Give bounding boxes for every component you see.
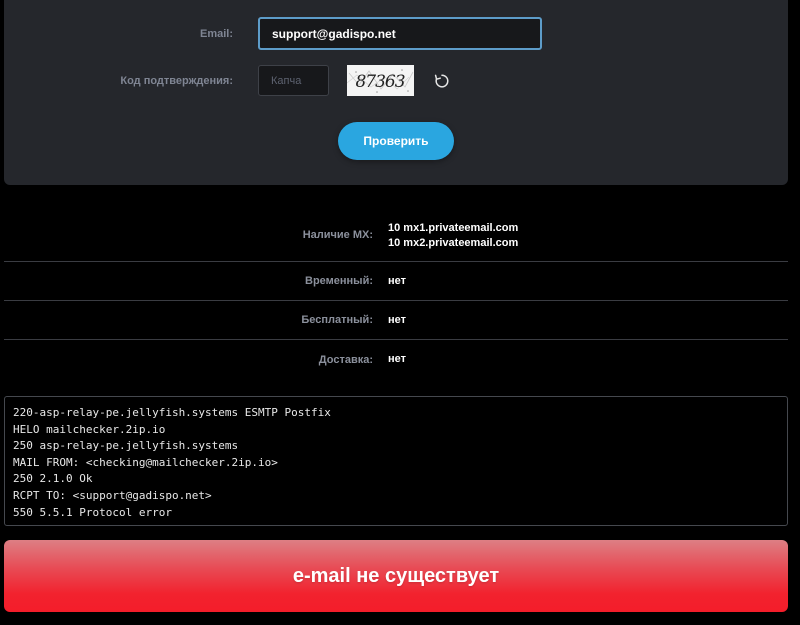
captcha-text: 87363 xyxy=(355,72,404,92)
log-line: RCPT TO: <support@gadispo.net> xyxy=(13,488,212,502)
captcha-noise-graphic: 87363 xyxy=(347,65,414,96)
result-banner-text: e-mail не существует xyxy=(292,564,500,587)
free-label: Бесплатный: xyxy=(301,314,373,326)
captcha-label: Код подтверждения: xyxy=(120,74,233,87)
email-check-form: Email: Код подтверждения: 87363 xyxy=(4,0,788,185)
email-row: Email: xyxy=(4,17,788,50)
result-row-free: Бесплатный: нет xyxy=(4,301,788,340)
delivery-value: нет xyxy=(388,353,407,365)
captcha-input[interactable] xyxy=(258,65,329,96)
smtp-log: 220-asp-relay-pe.jellyfish.systems ESMTP… xyxy=(4,396,788,526)
log-line: MAIL FROM: <checking@mailchecker.2ip.io> xyxy=(13,455,278,469)
log-line: 250 asp-relay-pe.jellyfish.systems xyxy=(13,439,239,453)
result-row-mx: Наличие MX: 10 mx1.privateemail.com 10 m… xyxy=(4,210,788,262)
check-button[interactable]: Проверить xyxy=(338,122,454,160)
log-line: 550 5.5.1 Protocol error xyxy=(13,505,172,519)
email-label: Email: xyxy=(199,27,233,40)
mx-record: 10 mx2.privateemail.com xyxy=(388,237,519,249)
refresh-icon xyxy=(434,73,449,88)
result-banner: e-mail не существует xyxy=(4,540,788,612)
mx-record: 10 mx1.privateemail.com xyxy=(388,222,519,234)
free-value: нет xyxy=(388,313,407,326)
mx-values: 10 mx1.privateemail.com 10 mx2.privateem… xyxy=(388,221,518,261)
mx-label: Наличие MX: xyxy=(302,229,373,241)
delivery-label: Доставка: xyxy=(318,353,373,366)
refresh-captcha-button[interactable] xyxy=(433,72,451,90)
email-input[interactable] xyxy=(258,17,542,50)
log-line: 250 2.1.0 Ok xyxy=(13,472,93,486)
results-table: Наличие MX: 10 mx1.privateemail.com 10 m… xyxy=(4,210,788,379)
temporary-label: Временный: xyxy=(305,275,373,287)
page: Email: Код подтверждения: 87363 xyxy=(0,0,800,625)
result-row-delivery: Доставка: нет xyxy=(4,340,788,379)
captcha-row: Код подтверждения: 87363 xyxy=(4,65,788,96)
log-line: 220-asp-relay-pe.jellyfish.systems ESMTP… xyxy=(13,406,331,419)
captcha-image: 87363 xyxy=(347,65,414,96)
log-line: HELO mailchecker.2ip.io xyxy=(13,422,166,436)
temporary-value: нет xyxy=(388,274,407,287)
result-row-temporary: Временный: нет xyxy=(4,262,788,301)
